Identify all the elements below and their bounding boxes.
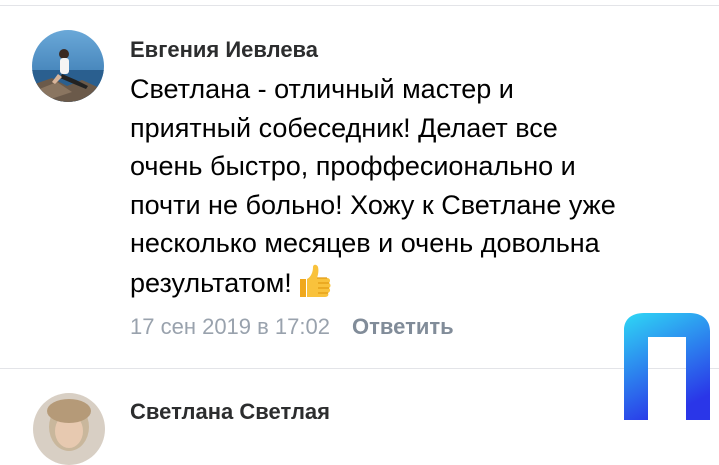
- comment-text: Светлана - отличный мастер и приятный со…: [130, 70, 690, 309]
- comment-text-line: почти не больно! Хожу к Светлане уже: [130, 189, 616, 220]
- avatar[interactable]: [32, 30, 104, 102]
- comment-author[interactable]: Евгения Иевлева: [130, 37, 318, 63]
- reply-button[interactable]: Ответить: [352, 314, 454, 339]
- comment-meta: 17 сен 2019 в 17:02 Ответить: [130, 314, 454, 340]
- comment-text-line: несколько месяцев и очень довольна: [130, 228, 600, 258]
- thumbs-up-icon: [294, 263, 334, 310]
- comment-text-last-line: результатом!: [130, 263, 690, 310]
- comment-text-line: Светлана - отличный мастер и: [130, 74, 514, 104]
- comment-date[interactable]: 17 сен 2019 в 17:02: [130, 314, 330, 339]
- comment-text-line: результатом!: [130, 267, 292, 298]
- comment-item: Евгения Иевлева Светлана - отличный маст…: [0, 0, 719, 368]
- comment-text-line: приятный собеседник! Делает все: [130, 112, 558, 143]
- brand-logo: [620, 310, 712, 420]
- comment-author[interactable]: Светлана Светлая: [130, 399, 330, 425]
- comment-item: Светлана Светлая: [0, 369, 719, 429]
- comment-text-line: очень быстро, проффесионально и: [130, 151, 576, 181]
- avatar[interactable]: [33, 393, 105, 465]
